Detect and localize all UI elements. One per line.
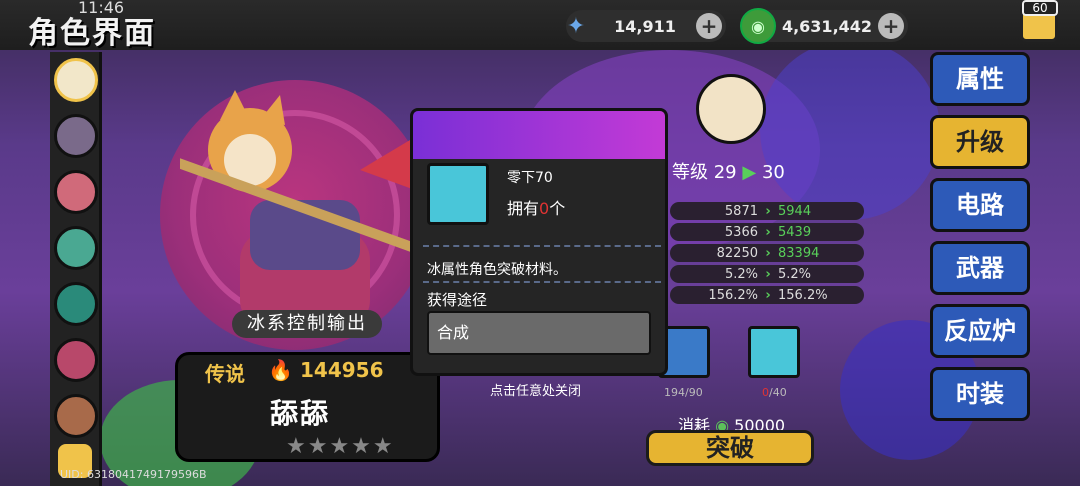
top-bar [0,0,1080,50]
material-need: /90 [685,386,703,399]
close-hint: 点击任意处关闭 [490,384,582,399]
rail-character-7[interactable] [54,394,98,438]
level-arrow-icon: ▶ [742,162,757,183]
stat-arrow-icon: › [765,266,771,282]
material-have: 0 [762,386,769,399]
stat-to: 156.2% [778,287,828,303]
character-rail [50,52,102,486]
crystal-value: 14,911 [614,16,676,36]
level-prefix: 等级 [672,162,708,183]
stat-row: 156.2% › 156.2% [670,286,864,304]
owned-count: 0 [539,199,550,218]
tab-weapon[interactable]: 武器 [930,241,1030,295]
stat-from: 5871 [724,203,758,219]
tab-reactor[interactable]: 反应炉 [930,304,1030,358]
item-name: 零下70 [507,170,553,186]
add-coin-button[interactable]: + [878,13,904,39]
stat-from: 82250 [716,245,758,261]
popup-header [413,111,665,159]
owned-prefix: 拥有 [507,199,540,218]
uid-label: UID: 6318041749179596B [60,468,207,481]
level-next: 30 [761,162,785,183]
stat-arrow-icon: › [765,224,771,240]
stat-row: 5871 › 5944 [670,202,864,220]
divider [423,281,661,283]
currency-coin: ◉ 4,631,442 + [740,8,908,44]
divider [423,245,661,247]
material-need: /40 [769,386,787,399]
stat-to: 5.2% [778,266,812,282]
route-craft-button[interactable]: 合成 [427,311,651,355]
add-crystal-button[interactable]: + [696,13,722,39]
item-owned: 拥有0个 [507,195,565,219]
tab-circuit[interactable]: 电路 [930,178,1030,232]
stat-from: 156.2% [708,287,758,303]
rail-character-2[interactable] [54,114,98,158]
star-rating: ★★★★★ [286,434,395,459]
owned-suffix: 个 [549,199,566,218]
material-have: 194 [664,386,685,399]
rail-character-shiba[interactable] [54,58,98,102]
pipe-material-icon [427,163,489,225]
star-crystal-icon: ✦ [566,13,586,39]
level-display: 等级 29 ▶ 30 [672,158,785,184]
bg-splash [760,40,940,220]
rail-character-6[interactable] [54,338,98,382]
star-rating-text: ★★★★★ [286,434,395,459]
rail-character-5[interactable] [54,282,98,326]
stat-arrow-icon: › [765,203,771,219]
item-popup[interactable]: 零下70 拥有0个 冰属性角色突破材料。 获得途径 合成 [410,108,668,376]
breakthrough-button[interactable]: 突破 [646,430,814,466]
material-count: 0/40 [762,386,787,399]
fps-counter: 60 [1022,0,1058,16]
stat-row: 82250 › 83394 [670,244,864,262]
clock: 11:46 [78,0,125,17]
tab-upgrade[interactable]: 升级 [930,115,1030,169]
route-label: 获得途径 [427,291,488,309]
pipe-material-icon[interactable] [748,326,800,378]
coin-value: 4,631,442 [781,16,873,36]
currency-crystal: ✦ 14,911 + [566,10,726,42]
stat-to: 5944 [778,203,812,219]
stat-to: 5439 [778,224,812,240]
material-count: 194/90 [664,386,703,399]
tab-attributes[interactable]: 属性 [930,52,1030,106]
character-avatar [696,74,766,144]
tab-costume[interactable]: 时装 [930,367,1030,421]
stat-from: 5.2% [724,266,758,282]
rail-character-3[interactable] [54,170,98,214]
power-value: 144956 [300,358,384,382]
stat-row: 5366 › 5439 [670,223,864,241]
rail-character-4[interactable] [54,226,98,270]
level-current: 29 [713,162,737,183]
stat-arrow-icon: › [765,287,771,303]
character-name: 舔舔 [270,397,331,430]
stat-to: 83394 [778,245,820,261]
stat-row: 5.2% › 5.2% [670,265,864,283]
role-tag: 冰系控制输出 [232,310,382,338]
green-coin-icon: ◉ [740,8,776,44]
rarity-label: 传说 [205,362,245,386]
stat-arrow-icon: › [765,245,771,261]
flame-icon: 🔥 [268,358,293,382]
item-description: 冰属性角色突破材料。 [427,262,567,278]
stat-from: 5366 [724,224,758,240]
